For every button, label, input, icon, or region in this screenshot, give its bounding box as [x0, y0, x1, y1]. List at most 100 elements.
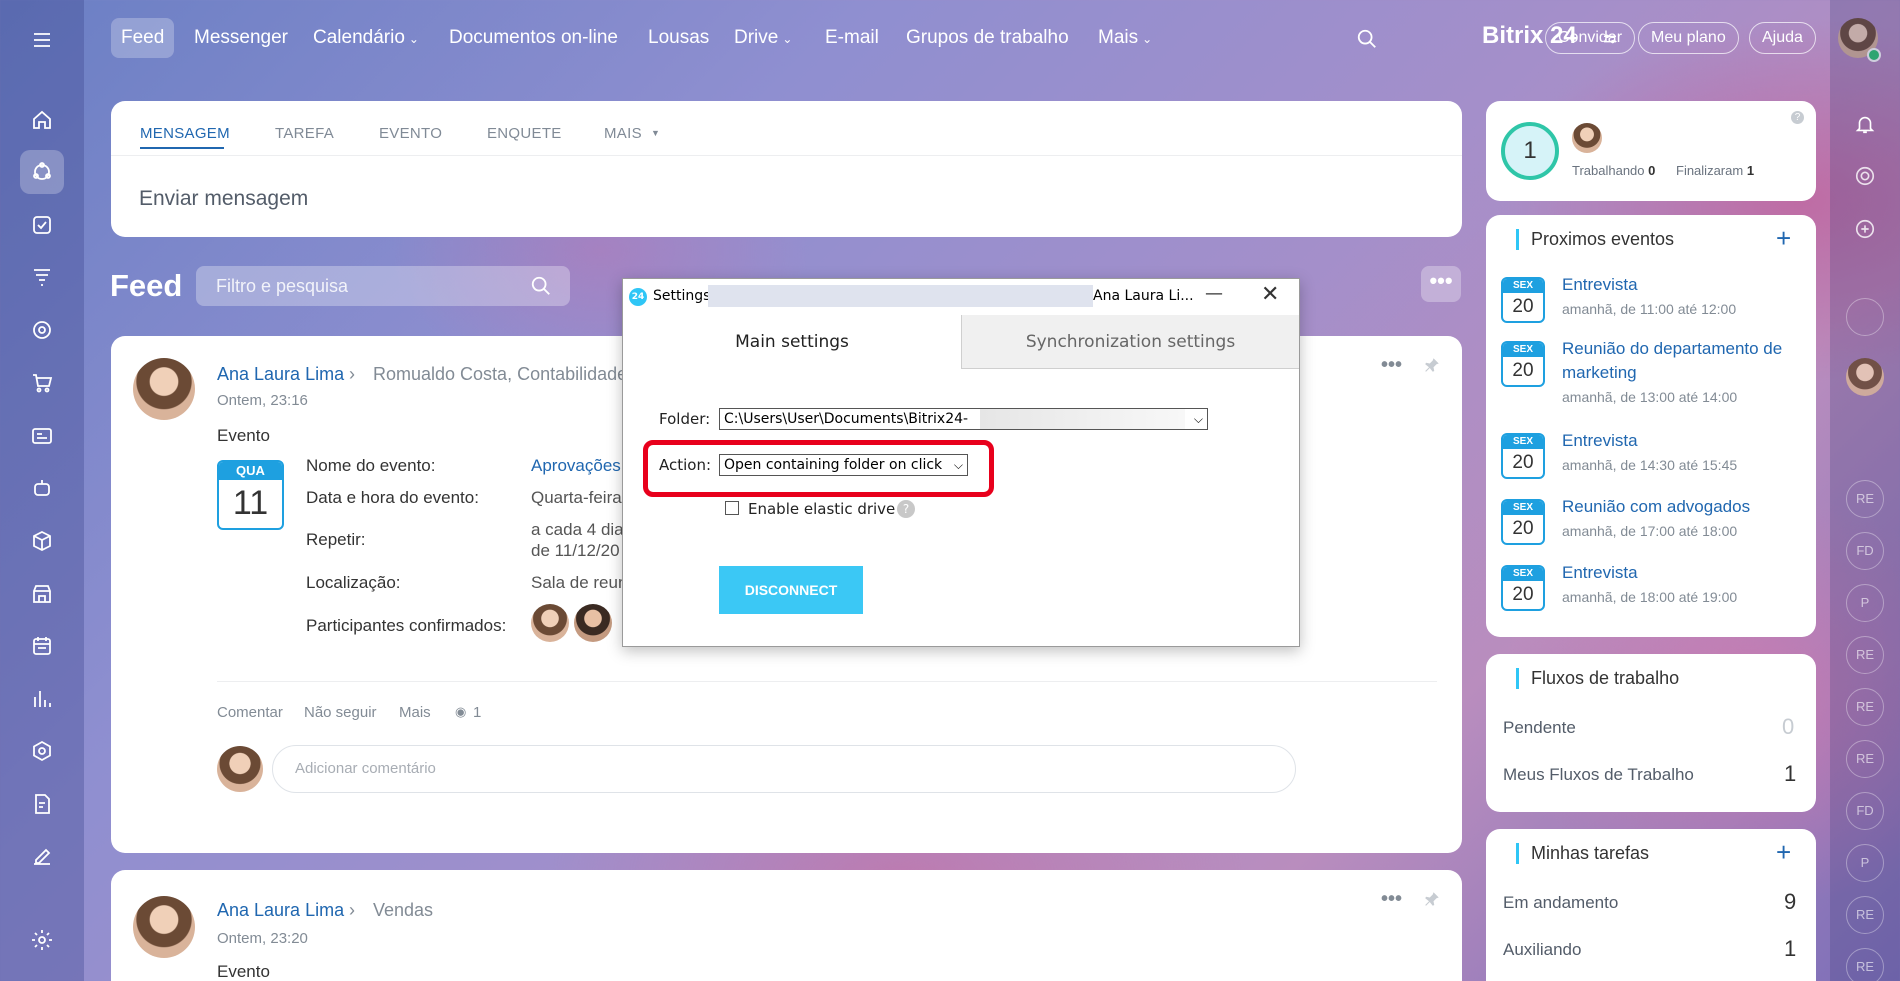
tab-synchronization-settings[interactable]: Synchronization settings — [961, 315, 1299, 369]
help-button[interactable]: Ajuda — [1749, 22, 1816, 54]
event-title-link[interactable]: Entrevista — [1562, 563, 1638, 583]
elastic-drive-checkbox[interactable] — [725, 501, 739, 515]
my-plan-button[interactable]: Meu plano — [1638, 22, 1739, 54]
event-title-link[interactable]: Reunião com advogados — [1562, 497, 1750, 517]
tab-message[interactable]: MENSAGEM — [140, 125, 230, 142]
comment-input[interactable]: Adicionar comentário — [272, 745, 1296, 793]
author-avatar[interactable] — [133, 896, 195, 958]
workflow-row-label[interactable]: Meus Fluxos de Trabalho — [1503, 765, 1694, 785]
pin-icon[interactable] — [1423, 890, 1441, 908]
add-task-icon[interactable]: + — [1776, 837, 1791, 868]
post-author[interactable]: Ana Laura Lima — [217, 900, 344, 921]
tab-poll[interactable]: ENQUETE — [487, 125, 562, 142]
invite-button[interactable]: Convidar — [1545, 22, 1636, 54]
message-input[interactable]: Enviar mensagem — [139, 187, 308, 211]
contact-card-icon[interactable] — [20, 414, 64, 458]
recent-chat-avatar[interactable] — [1846, 298, 1884, 336]
feed-icon[interactable] — [20, 150, 64, 194]
recent-chat-avatar[interactable]: RE — [1846, 636, 1884, 674]
comment-link[interactable]: Comentar — [217, 704, 283, 721]
participant-avatar[interactable] — [531, 604, 569, 642]
more-options-icon[interactable]: ••• — [1421, 266, 1461, 302]
robot-icon[interactable] — [20, 466, 64, 510]
post-recipients[interactable]: Romualdo Costa, Contabilidade — [373, 364, 627, 385]
bell-icon[interactable] — [1854, 112, 1876, 136]
chat-sync-icon[interactable] — [1854, 218, 1876, 240]
task-row-label[interactable]: Em andamento — [1503, 893, 1618, 913]
nav-item-drive[interactable]: Drive ⌄ — [724, 18, 802, 58]
recent-chat-avatar[interactable]: FD — [1846, 792, 1884, 830]
event-title-link[interactable]: Reunião do departamento de — [1562, 339, 1782, 359]
tab-main-settings[interactable]: Main settings — [623, 315, 961, 369]
recent-chat-avatar[interactable] — [1846, 358, 1884, 396]
recent-chat-avatar[interactable]: RE — [1846, 740, 1884, 778]
home-icon[interactable] — [20, 98, 64, 142]
help-icon[interactable]: ? — [897, 500, 915, 518]
recent-chat-avatar[interactable]: FD — [1846, 532, 1884, 570]
calendar-list-icon[interactable] — [20, 624, 64, 668]
post-time[interactable]: Ontem, 23:16 — [217, 392, 308, 409]
nav-item-feed[interactable]: Feed — [111, 18, 175, 58]
help-icon[interactable]: ? — [1791, 111, 1804, 124]
recent-chat-avatar[interactable]: P — [1846, 844, 1884, 882]
post-menu-icon[interactable]: ••• — [1381, 888, 1402, 911]
target-scan-icon[interactable] — [1854, 165, 1876, 187]
author-avatar[interactable] — [133, 358, 195, 420]
tab-more[interactable]: MAIS — [604, 125, 642, 142]
workflow-row-count[interactable]: 1 — [1784, 761, 1796, 787]
participant-avatar[interactable] — [574, 604, 612, 642]
post-author[interactable]: Ana Laura Lima — [217, 364, 344, 385]
tab-event[interactable]: EVENTO — [379, 125, 442, 142]
search-icon[interactable] — [1356, 28, 1378, 50]
recent-chat-avatar[interactable]: RE — [1846, 948, 1884, 981]
event-title-link[interactable]: Entrevista — [1562, 431, 1638, 451]
filter-search-input[interactable]: Filtro e pesquisa — [196, 266, 570, 306]
add-event-icon[interactable]: + — [1776, 223, 1791, 254]
workflow-row-label[interactable]: Pendente — [1503, 718, 1576, 738]
event-title-link[interactable]: Entrevista — [1562, 275, 1638, 295]
search-icon[interactable] — [530, 275, 552, 297]
hexagon-icon[interactable] — [20, 729, 64, 773]
more-link[interactable]: Mais — [399, 704, 431, 721]
folder-select[interactable]: C:\Users\User\Documents\Bitrix24- ⌵ — [719, 408, 1208, 430]
colleague-avatar[interactable] — [1572, 123, 1602, 153]
event-name-link[interactable]: Aprovações — [531, 456, 621, 476]
target-icon[interactable] — [20, 308, 64, 352]
signature-icon[interactable] — [20, 834, 64, 878]
recent-chat-avatar[interactable]: RE — [1846, 896, 1884, 934]
post-recipients[interactable]: Vendas — [373, 900, 433, 921]
minimize-icon[interactable]: — — [1205, 283, 1223, 304]
recent-chat-avatar[interactable]: P — [1846, 584, 1884, 622]
workflow-row-count[interactable]: 0 — [1782, 714, 1794, 740]
nav-item-calendar[interactable]: Calendário ⌄ — [303, 18, 429, 58]
tasks-icon[interactable] — [20, 203, 64, 247]
unfollow-link[interactable]: Não seguir — [304, 704, 377, 721]
settings-gear-icon[interactable] — [20, 918, 64, 962]
event-title-link[interactable]: marketing — [1562, 363, 1637, 383]
analytics-icon[interactable] — [20, 677, 64, 721]
menu-icon[interactable] — [20, 18, 64, 62]
disconnect-button[interactable]: DISCONNECT — [719, 566, 863, 614]
box-icon[interactable] — [20, 519, 64, 563]
document-edit-icon[interactable] — [20, 782, 64, 826]
tab-task[interactable]: TAREFA — [275, 125, 334, 142]
filter-funnel-icon[interactable] — [20, 255, 64, 299]
post-time[interactable]: Ontem, 23:20 — [217, 930, 308, 947]
recent-chat-avatar[interactable]: RE — [1846, 480, 1884, 518]
dialog-titlebar[interactable]: 24 Settings Ana Laura Li... — ✕ — [623, 279, 1299, 313]
nav-item-email[interactable]: E-mail — [815, 18, 889, 58]
worktime-counter[interactable]: 1 — [1501, 122, 1559, 180]
close-icon[interactable]: ✕ — [1261, 282, 1279, 307]
nav-item-boards[interactable]: Lousas — [638, 18, 719, 58]
nav-item-documents[interactable]: Documentos on-line — [439, 18, 628, 58]
nav-item-workgroups[interactable]: Grupos de trabalho — [896, 18, 1079, 58]
nav-item-messenger[interactable]: Messenger — [184, 18, 298, 58]
post-menu-icon[interactable]: ••• — [1381, 354, 1402, 377]
pin-icon[interactable] — [1423, 356, 1441, 374]
task-row-count[interactable]: 1 — [1784, 936, 1796, 962]
task-row-count[interactable]: 9 — [1784, 889, 1796, 915]
store-icon[interactable] — [20, 572, 64, 616]
cart-icon[interactable] — [20, 361, 64, 405]
recent-chat-avatar[interactable]: RE — [1846, 688, 1884, 726]
task-row-label[interactable]: Auxiliando — [1503, 940, 1581, 960]
